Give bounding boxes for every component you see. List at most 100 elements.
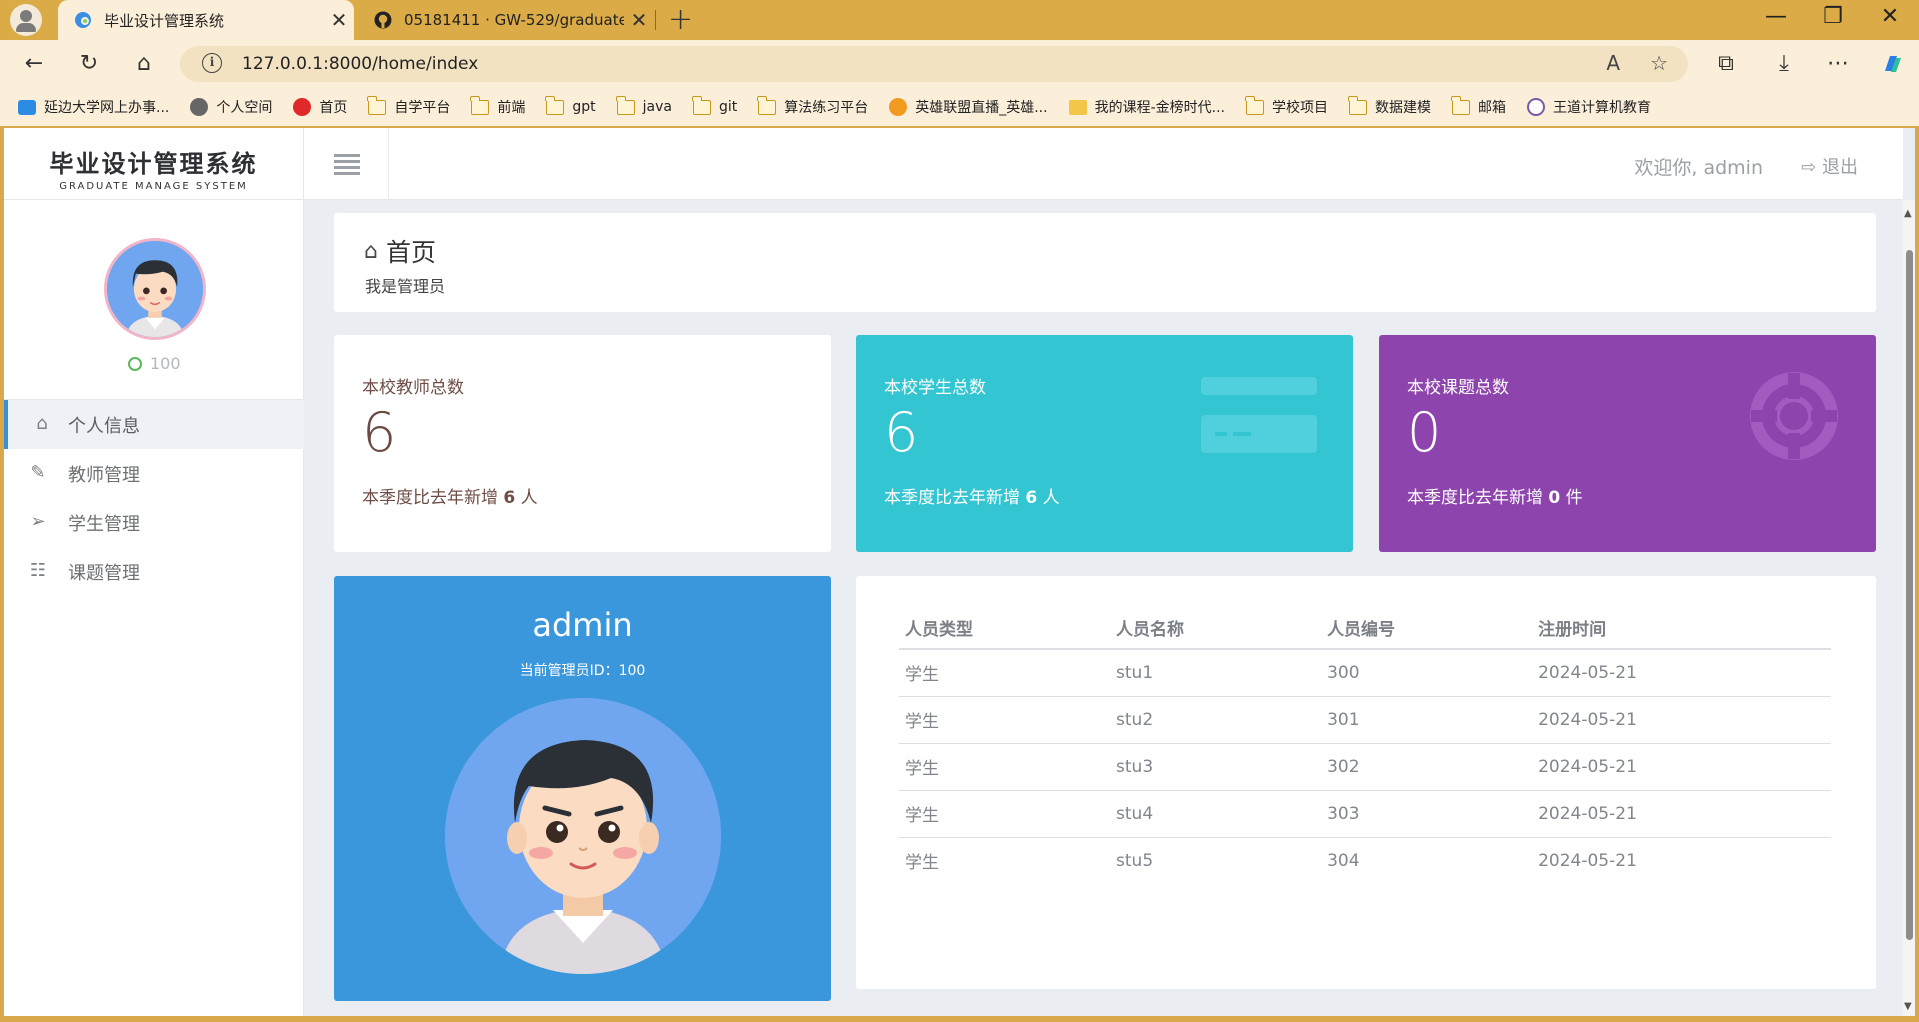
sidebar-item-student-management[interactable]: ➢ 学生管理 — [4, 498, 304, 547]
welcome-text: 欢迎你, admin — [1634, 157, 1763, 179]
bookmark-item[interactable]: git — [691, 95, 737, 115]
avatar — [104, 238, 206, 340]
close-window-icon[interactable]: ✕ — [1870, 4, 1910, 29]
sidebar-item-topic-management[interactable]: ☷ 课题管理 — [4, 547, 304, 596]
table-cell: 学生 — [899, 649, 1111, 697]
scroll-up-icon[interactable]: ▲ — [1904, 208, 1912, 219]
stat-footer: 本季度比去年新增 6 人 — [362, 488, 538, 508]
tab-github[interactable]: 05181411 · GW-529/graduate-pr ✕ — [358, 0, 654, 40]
bookmark-item[interactable]: 前端 — [470, 95, 525, 117]
menu-toggle-icon[interactable] — [304, 128, 389, 200]
stat-footer: 本季度比去年新增 6 人 — [884, 488, 1060, 508]
online-status: 100 — [128, 354, 181, 373]
stat-value: 6 — [362, 401, 397, 464]
page-scrollbar[interactable]: ▲ ▼ — [1903, 200, 1915, 1016]
table-row: 学生 stu2 301 2024-05-21 — [899, 696, 1831, 744]
bookmark-item[interactable]: java — [615, 95, 672, 115]
bookmark-item[interactable]: gpt — [545, 95, 596, 115]
tab-title: 05181411 · GW-529/graduate-pr — [404, 11, 624, 29]
bookmark-item[interactable]: 首页 — [293, 97, 347, 117]
tab-title: 毕业设计管理系统 — [104, 11, 225, 30]
home-icon[interactable]: ⌂ — [128, 48, 160, 80]
home-icon: ⌂ — [364, 238, 378, 264]
table-header-row: 人员类型 人员名称 人员编号 注册时间 — [899, 606, 1831, 650]
column-header: 人员名称 — [1110, 606, 1322, 650]
bookmark-item[interactable]: 算法练习平台 — [757, 95, 868, 117]
app-header: 毕业设计管理系统 GRADUATE MANAGE SYSTEM 欢迎你, adm… — [4, 128, 1903, 200]
close-tab-icon[interactable]: ✕ — [624, 8, 654, 32]
address-bar[interactable]: i 127.0.0.1:8000/home/index A ☆ — [180, 46, 1688, 82]
bookmark-item[interactable]: 自学平台 — [367, 95, 450, 117]
logo-title: 毕业设计管理系统 — [49, 149, 258, 178]
bookmark-item[interactable]: 数据建模 — [1348, 95, 1431, 117]
bookmark-item[interactable]: 学校项目 — [1245, 95, 1328, 117]
table-row: 学生 stu4 303 2024-05-21 — [899, 790, 1831, 838]
personnel-table: 人员类型 人员名称 人员编号 注册时间 学生 stu1 300 2024-05-… — [899, 606, 1831, 884]
wangdao-icon — [1527, 98, 1545, 116]
read-aloud-icon[interactable]: A — [1606, 51, 1620, 75]
back-icon[interactable]: ← — [18, 48, 50, 80]
logout-label: 退出 — [1822, 157, 1858, 178]
table-cell: stu1 — [1110, 649, 1322, 697]
close-tab-icon[interactable]: ✕ — [324, 8, 354, 32]
folder-icon — [1451, 95, 1470, 115]
copilot-icon[interactable] — [1876, 48, 1908, 80]
bookmark-item[interactable]: 个人空间 — [190, 97, 272, 117]
table-cell: 2024-05-21 — [1538, 850, 1637, 871]
column-header: 注册时间 — [1532, 606, 1831, 650]
user-id: 100 — [150, 354, 181, 373]
folder-icon — [757, 95, 777, 115]
site-info-icon[interactable]: i — [202, 53, 222, 73]
table-cell: 303 — [1321, 790, 1533, 838]
bookmark-item[interactable]: 王道计算机教育 — [1527, 97, 1651, 117]
new-tab-icon[interactable]: + — [668, 2, 693, 37]
table-cell: stu5 — [1116, 850, 1154, 871]
admin-profile-card: admin 当前管理员ID：100 — [334, 576, 831, 1001]
more-menu-icon[interactable]: ⋯ — [1822, 48, 1854, 80]
life-ring-icon — [1750, 372, 1838, 460]
bookmarks-bar: 延边大学网上办事... 个人空间 首页 自学平台 前端 gpt java git… — [0, 88, 1919, 126]
admin-name: admin — [532, 606, 633, 644]
sidebar-item-label: 教师管理 — [68, 464, 140, 486]
home-icon: ⌂ — [36, 413, 48, 434]
profile-icon[interactable] — [10, 4, 42, 36]
table-cell: 学生 — [899, 790, 1111, 838]
extensions-icon[interactable]: ⧉ — [1710, 48, 1742, 80]
sidebar-item-personal-info[interactable]: ⌂ 个人信息 — [4, 400, 304, 449]
downloads-icon[interactable]: ⤓ — [1768, 48, 1800, 80]
app-logo[interactable]: 毕业设计管理系统 GRADUATE MANAGE SYSTEM — [4, 128, 304, 200]
page-subtitle: 我是管理员 — [365, 277, 446, 296]
table-cell: 学生 — [905, 853, 939, 874]
credit-card-icon — [1201, 377, 1317, 453]
folder-icon — [545, 95, 565, 115]
breadcrumb: ⌂ 首页 我是管理员 — [334, 213, 1876, 312]
sidebar-item-label: 课题管理 — [68, 562, 140, 584]
favorite-star-icon[interactable]: ☆ — [1650, 51, 1668, 75]
table-cell: 2024-05-21 — [1532, 649, 1831, 697]
scroll-down-icon[interactable]: ▼ — [1904, 1001, 1912, 1012]
online-dot-icon — [128, 356, 142, 371]
avatar — [445, 698, 721, 974]
restore-icon[interactable]: ❐ — [1813, 4, 1853, 29]
scrollbar-thumb[interactable] — [1906, 250, 1913, 940]
bookmark-item[interactable]: 邮箱 — [1451, 95, 1506, 117]
address-text[interactable]: 127.0.0.1:8000/home/index — [242, 54, 478, 74]
table-cell: 学生 — [899, 743, 1111, 791]
tab-graduate-system[interactable]: 毕业设计管理系统 ✕ — [58, 0, 354, 40]
github-icon — [374, 11, 392, 29]
sidebar: 100 ⌂ 个人信息 ✎ 教师管理 ➢ 学生管理 ☷ 课题管理 — [4, 200, 304, 1016]
bookmark-item[interactable]: 英雄联盟直播_英雄... — [889, 97, 1048, 117]
folder-icon — [615, 95, 635, 115]
stat-card-teachers: 本校教师总数 6 本季度比去年新增 6 人 — [334, 335, 831, 552]
folder-icon — [367, 95, 387, 115]
toutiao-icon — [293, 98, 312, 116]
bookmark-item[interactable]: 延边大学网上办事... — [18, 97, 169, 117]
logout-button[interactable]: ⇨ 退出 — [1801, 153, 1858, 179]
lock-icon — [18, 99, 36, 115]
sidebar-item-teacher-management[interactable]: ✎ 教师管理 — [4, 449, 304, 498]
minimize-icon[interactable]: — — [1756, 4, 1796, 29]
table-cell: 2024-05-21 — [1532, 743, 1831, 791]
reload-icon[interactable]: ↻ — [73, 48, 105, 80]
table-row: 学生 stu1 300 2024-05-21 — [899, 649, 1831, 697]
bookmark-item[interactable]: 我的课程-金榜时代... — [1068, 97, 1225, 117]
